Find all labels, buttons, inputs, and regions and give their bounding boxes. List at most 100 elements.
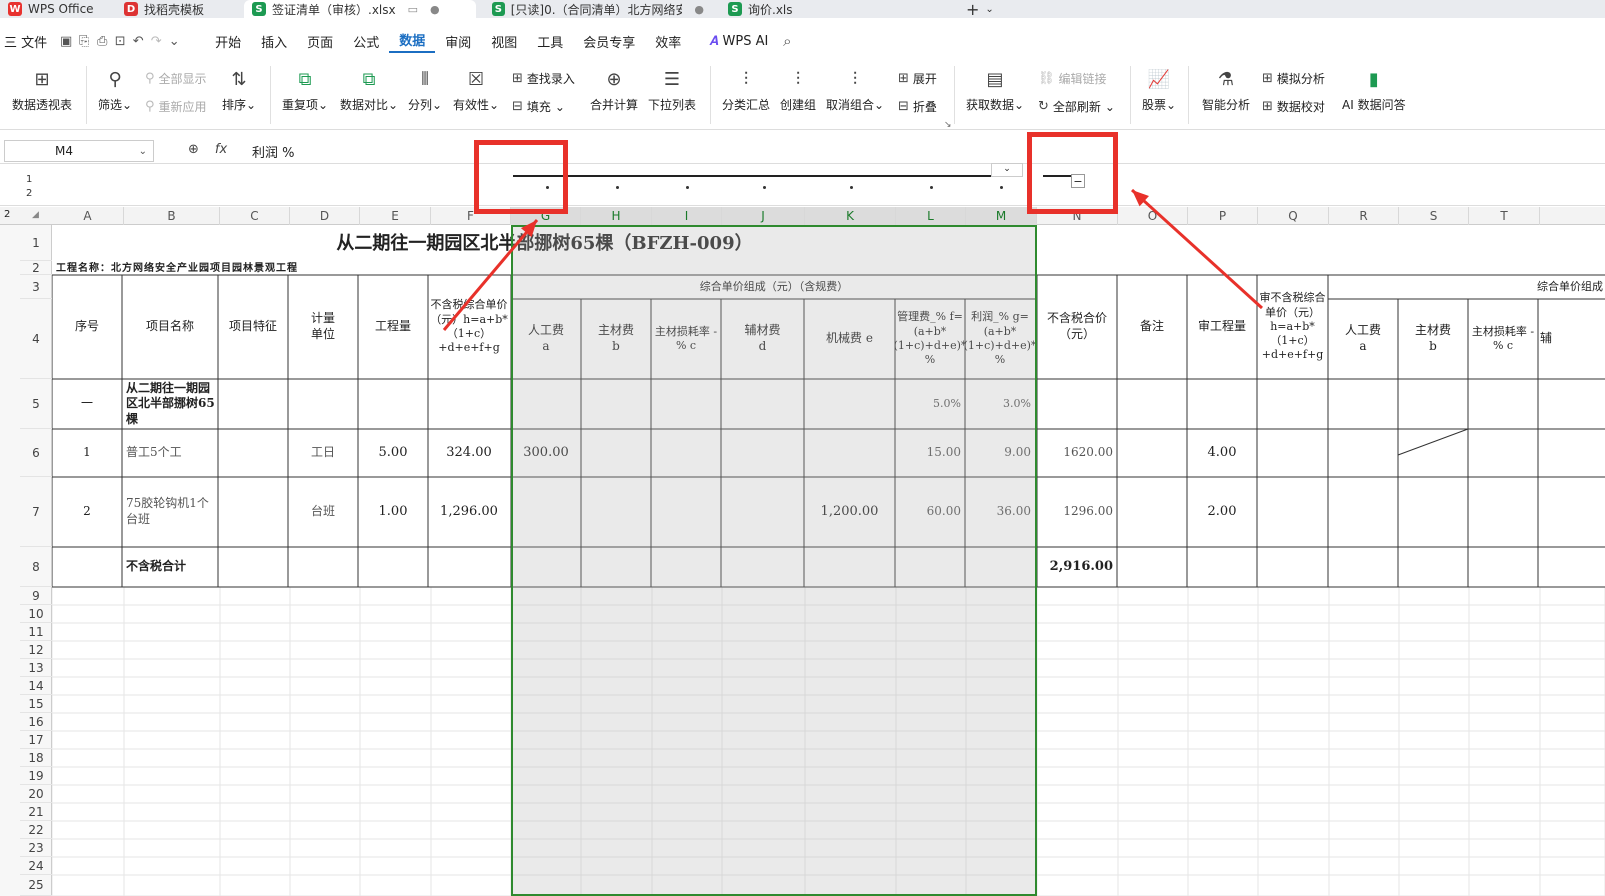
column-header-a[interactable]: A (52, 207, 124, 225)
row-header-7[interactable]: 7 (20, 477, 52, 547)
tab-dot-icon[interactable]: ● (430, 3, 440, 16)
pivot-table-button[interactable]: ⊞ 数据透视表 (12, 58, 72, 113)
r6-unit[interactable]: 工日 (288, 429, 358, 477)
header-loss-rate-2[interactable]: 主材损耗率 -% c (1468, 299, 1538, 379)
show-all-button[interactable]: ⚲ 全部显示 (145, 70, 207, 87)
header-composition[interactable]: 综合单价组成（元）（含规费） (511, 275, 1037, 299)
menu-home[interactable]: 开始 (205, 32, 251, 51)
menu-review[interactable]: 审阅 (435, 32, 481, 51)
r5-profit-rate[interactable]: 3.0% (965, 379, 1035, 429)
header-labor[interactable]: 人工费 a (511, 299, 581, 379)
header-composition-2[interactable]: 综合单价组成 (1328, 275, 1605, 299)
row-header-14[interactable]: 14 (20, 677, 52, 695)
split-column-button[interactable]: ⫴ 分列⌄ (408, 58, 442, 113)
header-total-price[interactable]: 不含税合价（元） (1037, 275, 1117, 379)
header-note[interactable]: 备注 (1117, 275, 1187, 379)
tab-template[interactable]: D 找稻壳模板 (116, 0, 236, 18)
wps-ai-button[interactable]: 𝑨 WPS AI (699, 34, 778, 49)
r7-mgmt[interactable]: 60.00 (895, 477, 965, 547)
r6-mgmt[interactable]: 15.00 (895, 429, 965, 477)
row-header-5[interactable]: 5 (20, 379, 52, 429)
r6-total[interactable]: 1620.00 (1037, 429, 1117, 477)
column-header-d[interactable]: D (290, 207, 360, 225)
r7-unit[interactable]: 台班 (288, 477, 358, 547)
header-main-material[interactable]: 主材费 b (581, 299, 651, 379)
dropdown-box[interactable]: ⌄ (991, 163, 1023, 177)
column-header-m[interactable]: M (966, 207, 1037, 225)
row-header-3[interactable]: 3 (20, 275, 52, 299)
header-audit-price[interactable]: 审不含税综合单价（元）h=a+b*（1+c）+d+e+f+g (1257, 275, 1328, 379)
print-icon[interactable]: ⎙ (93, 34, 111, 49)
outline-level-1-button[interactable]: 1 (26, 174, 32, 185)
filter-button[interactable]: ⚲ 筛选⌄ (98, 58, 132, 113)
select-all-icon[interactable]: ◢ (32, 210, 39, 220)
header-labor-2[interactable]: 人工费 a (1328, 299, 1398, 379)
header-aux-material[interactable]: 辅材费 d (721, 299, 804, 379)
ungroup-button[interactable]: ⫶ 取消组合⌄ (826, 58, 884, 113)
row-header-21[interactable]: 21 (20, 803, 52, 821)
outline-level-2-button[interactable]: 2 (26, 188, 32, 199)
row-header-13[interactable]: 13 (20, 659, 52, 677)
header-aux-2[interactable]: 辅 (1538, 299, 1605, 379)
r7-total[interactable]: 1296.00 (1037, 477, 1117, 547)
header-item-name[interactable]: 项目名称 (122, 275, 218, 379)
collapse-group-button[interactable]: − (1071, 174, 1085, 188)
menu-insert[interactable]: 插入 (251, 32, 297, 51)
stock-button[interactable]: 📈 股票⌄ (1142, 58, 1176, 113)
duplicates-button[interactable]: ⧉ 重复项⌄ (282, 58, 328, 113)
column-header-k[interactable]: K (805, 207, 896, 225)
merge-calc-button[interactable]: ⊕ 合并计算 (590, 58, 638, 113)
column-header-h[interactable]: H (581, 207, 652, 225)
column-header-c[interactable]: C (220, 207, 290, 225)
file-menu[interactable]: 三 文件 (0, 32, 57, 51)
r5-seq[interactable]: 一 (52, 379, 122, 429)
header-management[interactable]: 管理费_% f=(a+b*(1+c)+d+e)* % (895, 299, 965, 379)
fill-button[interactable]: ⊟ 填充 ⌄ (512, 98, 565, 115)
undo-icon[interactable]: ↶ (129, 34, 147, 49)
monitor-icon[interactable]: ▭ (408, 3, 418, 16)
header-feature[interactable]: 项目特征 (218, 275, 288, 379)
column-header-e[interactable]: E (360, 207, 431, 225)
menu-tools[interactable]: 工具 (527, 32, 573, 51)
r6-profit[interactable]: 9.00 (965, 429, 1035, 477)
column-header-o[interactable]: O (1118, 207, 1188, 225)
r7-profit[interactable]: 36.00 (965, 477, 1035, 547)
subtotal-button[interactable]: ⫶ 分类汇总 (722, 58, 770, 113)
r7-seq[interactable]: 2 (52, 477, 122, 547)
header-unit[interactable]: 计量单位 (288, 275, 358, 379)
r5-mgmt-rate[interactable]: 5.0% (895, 379, 965, 429)
expand-button[interactable]: ⊞ 展开 (898, 70, 937, 87)
simulate-analysis-button[interactable]: ⊞ 模拟分析 (1262, 70, 1325, 87)
menu-page[interactable]: 页面 (297, 32, 343, 51)
tab-visa-list[interactable]: S 签证清单（审核）.xlsx ▭ ● (244, 0, 476, 18)
column-header-i[interactable]: I (652, 207, 722, 225)
fx-icon[interactable]: fx (215, 142, 227, 157)
header-machine[interactable]: 机械费 e (804, 299, 895, 379)
ai-data-qa-button[interactable]: ▮ AI 数据问答 (1342, 58, 1406, 113)
r7-machine[interactable]: 1,200.00 (804, 477, 895, 547)
r6-audit-qty[interactable]: 4.00 (1187, 429, 1257, 477)
data-compare-button[interactable]: ⧉ 数据对比⌄ (340, 58, 398, 113)
column-header-j[interactable]: J (722, 207, 805, 225)
smart-analysis-button[interactable]: ⚗ 智能分析 (1202, 58, 1250, 113)
create-group-button[interactable]: ⫶ 创建组 (780, 58, 816, 113)
r6-labor[interactable]: 300.00 (511, 429, 581, 477)
r6-seq[interactable]: 1 (52, 429, 122, 477)
column-header-t[interactable]: T (1469, 207, 1540, 225)
row-header-8[interactable]: 8 (20, 547, 52, 587)
save-icon[interactable]: ▣ (57, 34, 75, 49)
tab-contract-list[interactable]: S [只读]0.（合同清单）北方网络安全 ● (484, 0, 712, 18)
row-header-24[interactable]: 24 (20, 857, 52, 875)
row-header-9[interactable]: 9 (20, 587, 52, 605)
refresh-all-button[interactable]: ↻ 全部刷新 ⌄ (1038, 98, 1115, 115)
r6-qty[interactable]: 5.00 (358, 429, 428, 477)
name-box[interactable]: M4 ⌄ (4, 140, 154, 162)
redo-icon[interactable]: ↷ (147, 34, 165, 49)
group-expand-icon[interactable]: ↘ (944, 120, 952, 130)
r7-qty[interactable]: 1.00 (358, 477, 428, 547)
validity-button[interactable]: ☒ 有效性⌄ (453, 58, 499, 113)
r7-name[interactable]: 75胶轮钩机1个台班 (122, 477, 218, 547)
sheet-title[interactable]: 从二期往一期园区北半部挪树65棵（BFZH-009） (52, 227, 1037, 261)
header-main-material-2[interactable]: 主材费 b (1398, 299, 1468, 379)
menu-efficiency[interactable]: 效率 (645, 32, 691, 51)
